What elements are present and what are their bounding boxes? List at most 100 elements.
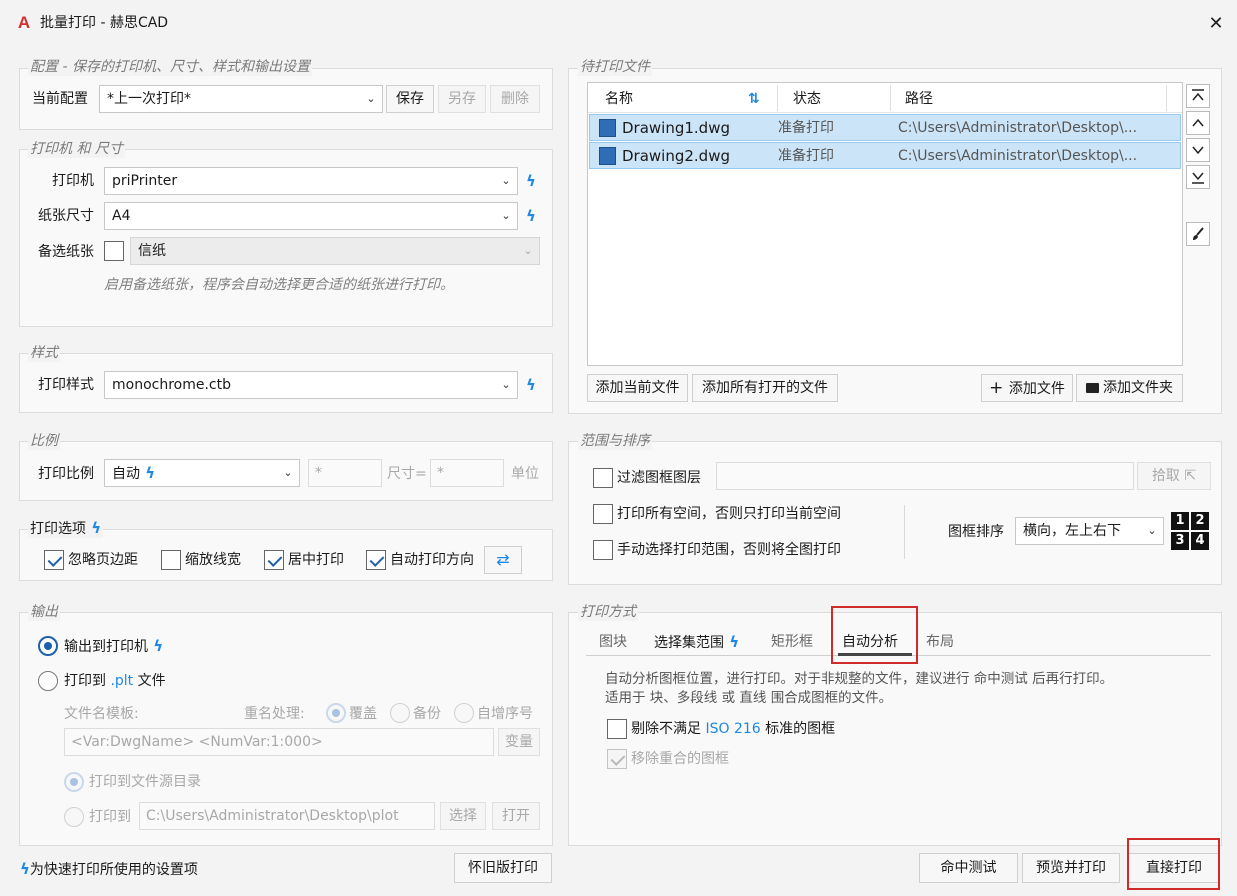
range-legend: 范围与排序 — [578, 432, 652, 450]
move-down-icon[interactable] — [1186, 138, 1210, 162]
ignore-margins-checkbox[interactable] — [44, 550, 64, 570]
file-list[interactable]: 名称 ⇅ 状态 路径 Drawing1.dwg 准备打印 C:\Users\Ad… — [587, 82, 1183, 366]
tab-rectangle[interactable]: 矩形框 — [771, 633, 813, 651]
chevron-down-icon: ⌄ — [501, 209, 511, 222]
save-as-button[interactable]: 另存 — [438, 85, 486, 113]
sort-icon[interactable]: ⇅ — [748, 90, 760, 108]
frame-order-label: 图框排序 — [948, 524, 1004, 540]
column-name-header[interactable]: 名称 — [605, 90, 633, 108]
add-current-file-button[interactable]: 添加当前文件 — [587, 374, 688, 402]
column-divider — [777, 85, 778, 111]
pick-button[interactable]: 拾取 ⇱ — [1137, 462, 1211, 490]
add-folder-button[interactable]: 添加文件夹 — [1076, 374, 1183, 402]
scale-lineweight-checkbox[interactable] — [161, 550, 181, 570]
tab-block[interactable]: 图块 — [599, 633, 627, 651]
exclude-nonstandard-checkbox[interactable] — [607, 719, 627, 739]
rotate-orientation-icon[interactable]: ⇄ — [484, 546, 522, 574]
app-logo-icon: A — [17, 13, 31, 32]
add-file-button[interactable]: + 添加文件 — [981, 374, 1073, 402]
bolt-icon: ϟ — [526, 376, 536, 394]
output-to-printer-radio[interactable] — [38, 636, 58, 656]
pick-cursor-icon: ⇱ — [1184, 468, 1197, 484]
plot-style-select[interactable]: monochrome.ctb ⌄ — [104, 371, 518, 399]
remove-overlap-label: 移除重合的图框 — [631, 751, 729, 767]
output-to-printer-label: 输出到打印机 ϟ — [64, 637, 164, 655]
plot-scale-select[interactable]: 自动 ϟ ⌄ — [104, 459, 300, 487]
choose-dir-button[interactable]: 选择 — [440, 802, 486, 830]
unit-label: 单位 — [511, 466, 539, 482]
rename-backup-radio[interactable] — [390, 703, 410, 723]
column-path-header[interactable]: 路径 — [905, 90, 933, 108]
tab-selection-range[interactable]: 选择集范围 ϟ — [654, 633, 739, 652]
move-top-icon[interactable] — [1186, 84, 1210, 108]
filename-template-label: 文件名模板: — [64, 706, 139, 722]
variables-button[interactable]: 变量 — [498, 728, 540, 756]
legacy-print-button[interactable]: 怀旧版打印 — [454, 853, 552, 883]
current-config-select[interactable]: *上一次打印* ⌄ — [99, 85, 383, 113]
print-to-dir-radio[interactable] — [64, 807, 84, 827]
chevron-down-icon: ⌄ — [523, 244, 533, 257]
center-plot-checkbox[interactable] — [264, 550, 284, 570]
printer-legend: 打印机 和 尺寸 — [28, 140, 125, 158]
bolt-icon: ϟ — [526, 207, 536, 225]
save-button[interactable]: 保存 — [386, 85, 434, 113]
frame-layer-input[interactable] — [716, 462, 1134, 490]
folder-icon — [1086, 383, 1099, 393]
file-name: Drawing2.dwg — [622, 147, 730, 165]
grid-digit: 4 — [1191, 532, 1209, 550]
column-status-header[interactable]: 状态 — [793, 90, 821, 108]
frame-order-select[interactable]: 横向，左上右下 ⌄ — [1015, 517, 1164, 545]
filename-template-input[interactable]: <Var:DwgName> <NumVar:1:000> — [64, 728, 494, 756]
filter-frame-layer-checkbox[interactable] — [593, 468, 613, 488]
dwg-file-icon — [599, 119, 616, 137]
file-status: 准备打印 — [778, 120, 834, 136]
print-to-source-dir-radio[interactable] — [64, 772, 84, 792]
printer-label: 打印机 — [52, 173, 94, 189]
grid-digit: 2 — [1191, 512, 1209, 530]
paper-size-label: 纸张尺寸 — [38, 208, 94, 224]
paper-size-value: A4 — [112, 208, 131, 224]
brush-icon[interactable] — [1186, 222, 1210, 246]
manual-range-checkbox[interactable] — [593, 540, 613, 560]
move-up-icon[interactable] — [1186, 111, 1210, 135]
scale-legend: 比例 — [28, 432, 60, 450]
remove-overlap-checkbox[interactable] — [607, 749, 627, 769]
rename-increment-radio[interactable] — [454, 703, 474, 723]
delete-button[interactable]: 删除 — [490, 85, 540, 113]
alt-paper-checkbox[interactable] — [104, 241, 124, 261]
print-to-file-label: 打印到 .plt 文件 — [64, 673, 166, 689]
grid-digit: 3 — [1171, 532, 1189, 550]
file-row[interactable]: Drawing1.dwg 准备打印 C:\Users\Administrator… — [589, 114, 1181, 141]
output-dir-input[interactable]: C:\Users\Administrator\Desktop\plot — [139, 802, 435, 830]
rename-overwrite-radio[interactable] — [326, 703, 346, 723]
rename-increment-label: 自增序号 — [477, 706, 533, 722]
column-divider — [1166, 85, 1167, 111]
print-to-file-radio[interactable] — [38, 671, 58, 691]
file-path: C:\Users\Administrator\Desktop\... — [898, 148, 1138, 164]
scale-field-1[interactable]: * — [308, 459, 382, 487]
alt-paper-value: 信纸 — [138, 243, 166, 259]
print-all-spaces-checkbox[interactable] — [593, 504, 613, 524]
add-all-open-files-button[interactable]: 添加所有打开的文件 — [692, 374, 838, 402]
paper-size-select[interactable]: A4 ⌄ — [104, 202, 518, 230]
hit-test-button[interactable]: 命中测试 — [919, 853, 1018, 883]
bolt-icon: ϟ — [148, 637, 164, 655]
plot-style-label: 打印样式 — [38, 377, 94, 393]
file-row[interactable]: Drawing2.dwg 准备打印 C:\Users\Administrator… — [589, 142, 1181, 169]
bolt-icon: ϟ — [140, 464, 156, 482]
manual-range-label: 手动选择打印范围，否则将全图打印 — [617, 542, 841, 558]
move-bottom-icon[interactable] — [1186, 165, 1210, 189]
alt-paper-select[interactable]: 信纸 ⌄ — [130, 237, 540, 265]
printer-select[interactable]: priPrinter ⌄ — [104, 167, 518, 195]
tab-layout[interactable]: 布局 — [926, 633, 954, 651]
style-legend: 样式 — [28, 344, 60, 362]
rename-overwrite-label: 覆盖 — [349, 706, 377, 722]
scale-field-2[interactable]: * — [430, 459, 504, 487]
print-to-dir-label: 打印到 — [89, 809, 131, 825]
close-icon[interactable]: ✕ — [1204, 12, 1228, 36]
preview-and-print-button[interactable]: 预览并打印 — [1022, 853, 1120, 883]
open-dir-button[interactable]: 打开 — [492, 802, 540, 830]
order-grid-icon[interactable]: 1 2 3 4 — [1171, 512, 1209, 550]
column-divider — [890, 85, 891, 111]
auto-orientation-checkbox[interactable] — [366, 550, 386, 570]
